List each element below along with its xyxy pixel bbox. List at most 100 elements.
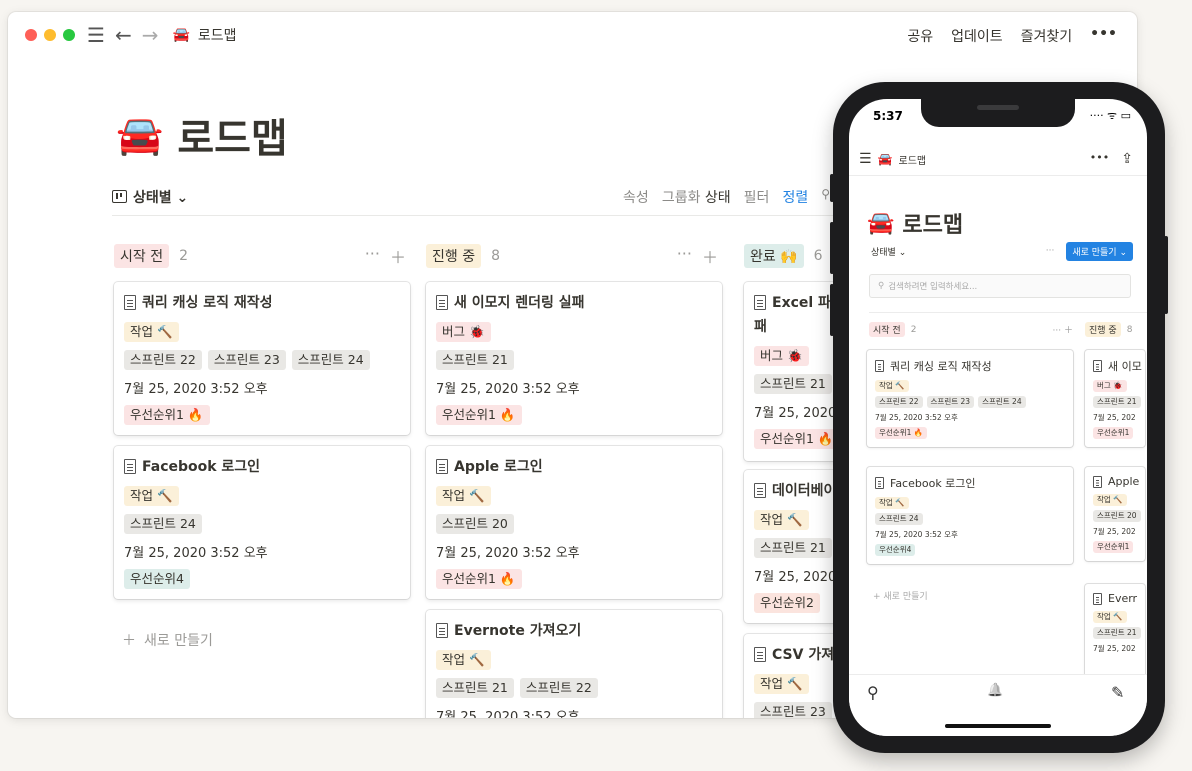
power-button: [1164, 236, 1168, 314]
card-date: 7월 25, 2020 3:52 오후: [124, 382, 268, 397]
column-header: 진행 중 8 ··· ＋: [426, 242, 722, 270]
plus-icon: ＋: [122, 633, 136, 649]
priority-tag: 우선순위1 🔥: [875, 427, 928, 439]
maximize-window-button[interactable]: [63, 29, 75, 41]
group-by-button[interactable]: 그룹화 상태: [662, 187, 731, 207]
board-card[interactable]: 새 이모지 렌더링 실패 버그 🐞 스프린트 21 7월 25, 2020 3:…: [426, 282, 722, 435]
column-tag[interactable]: 진행 중: [426, 244, 482, 268]
car-icon: 🚘: [172, 27, 190, 43]
column-tag[interactable]: 완료 🙌: [744, 244, 804, 268]
sprint-tag: 스프린트 21: [1093, 396, 1141, 408]
sprint-tag: 스프린트 20: [1093, 510, 1141, 522]
car-icon: 🚘: [877, 152, 893, 166]
sprint-tag: 스프린트 21: [754, 374, 832, 394]
more-icon[interactable]: •••: [1090, 151, 1109, 167]
share-button[interactable]: 공유: [907, 26, 933, 46]
breadcrumb-title: 로드맵: [197, 28, 237, 44]
sort-button[interactable]: 정렬: [782, 187, 808, 207]
page-icon: [754, 482, 766, 498]
bell-icon[interactable]: 🔔: [987, 683, 1003, 698]
mobile-new-card-button[interactable]: + 새로 만들기: [873, 589, 928, 602]
column-tag[interactable]: 진행 중: [1085, 322, 1121, 337]
minimize-window-button[interactable]: [44, 29, 56, 41]
mobile-view-bar: 상태별 ⌄ ··· 새로 만들기 ⌄: [871, 241, 1133, 261]
mobile-view-switcher[interactable]: 상태별 ⌄: [871, 245, 906, 258]
column-add-icon[interactable]: ＋: [390, 244, 406, 268]
priority-tag: 우선순위1: [1093, 541, 1134, 553]
sprint-tag: 스프린트 23: [754, 702, 832, 718]
search-icon[interactable]: ⚲: [821, 187, 830, 207]
filter-button[interactable]: 필터: [744, 187, 770, 207]
column-tag[interactable]: 시작 전: [869, 322, 905, 337]
car-icon: 🚘: [867, 210, 895, 236]
back-icon[interactable]: ←: [115, 25, 132, 45]
mobile-search-input[interactable]: ⚲ 검색하려면 입력하세요...: [869, 274, 1131, 298]
sprint-tag: 스프린트 22: [875, 396, 923, 408]
compose-icon[interactable]: ✎: [1111, 683, 1124, 702]
car-icon[interactable]: 🚘: [116, 113, 163, 158]
share-icon[interactable]: ⇪: [1121, 151, 1133, 167]
priority-tag: 우선순위1: [1093, 427, 1134, 439]
mobile-card[interactable]: Facebook 로그인 작업 🔨 스프린트 24 7월 25, 2020 3:…: [867, 467, 1073, 564]
mobile-card[interactable]: 새 이모 버그 🐞 스프린트 21 7월 25, 202 우선순위1: [1085, 350, 1145, 447]
forward-icon[interactable]: →: [142, 25, 159, 45]
type-tag: 버그 🐞: [1093, 380, 1127, 392]
more-button[interactable]: •••: [1090, 26, 1117, 46]
view-switcher[interactable]: 상태별 ⌄: [112, 187, 188, 207]
search-icon[interactable]: ⚲: [867, 683, 879, 702]
page-icon: [754, 294, 766, 310]
updates-button[interactable]: 업데이트: [951, 26, 1003, 46]
type-tag: 작업 🔨: [124, 322, 179, 342]
card-title: 새 이모: [1108, 360, 1142, 373]
sprint-tag: 스프린트 22: [519, 678, 598, 698]
mobile-view-more-icon[interactable]: ···: [1046, 246, 1055, 256]
board-card[interactable]: Evernote 가져오기 작업 🔨 스프린트 21 스프린트 22 7월 25…: [426, 610, 722, 718]
column-add-icon[interactable]: ＋: [702, 244, 718, 268]
close-window-button[interactable]: [25, 29, 37, 41]
column-more-icon[interactable]: ···: [677, 244, 692, 268]
type-tag: 작업 🔨: [436, 650, 491, 670]
group-by-value: 상태: [704, 189, 731, 206]
column-count: 2: [910, 324, 917, 335]
column-count: 6: [813, 248, 823, 264]
card-date: 7월 25, 202: [1093, 644, 1136, 653]
type-tag: 버그 🐞: [754, 346, 809, 366]
mobile-card[interactable]: Apple 작업 🔨 스프린트 20 7월 25, 202 우선순위1: [1085, 467, 1145, 561]
card-title: Excel 파: [772, 295, 831, 311]
mobile-tab-bar: ⚲ 🔔 ✎: [849, 674, 1147, 736]
mobile-card[interactable]: Everr 작업 🔨 스프린트 21 7월 25, 202: [1085, 584, 1145, 684]
column-count: 8: [491, 248, 501, 264]
board-view-icon: [112, 190, 127, 203]
board-card[interactable]: Apple 로그인 작업 🔨 스프린트 20 7월 25, 2020 3:52 …: [426, 446, 722, 599]
phone-mockup: 5:37 ···· ᯤ ▭ ☰ 🚘 로드맵 ••• ⇪ 🚘 로드맵 상태별 ⌄ ·…: [830, 82, 1168, 753]
mobile-page-title-text[interactable]: 로드맵: [902, 207, 963, 239]
properties-button[interactable]: 속성: [623, 187, 649, 207]
mobile-new-button[interactable]: 새로 만들기 ⌄: [1066, 241, 1133, 261]
menu-icon[interactable]: ☰: [87, 25, 105, 45]
page-icon: [1093, 475, 1102, 488]
phone-screen: 5:37 ···· ᯤ ▭ ☰ 🚘 로드맵 ••• ⇪ 🚘 로드맵 상태별 ⌄ ·…: [849, 99, 1147, 736]
group-by-label: 그룹화: [661, 189, 701, 206]
menu-icon[interactable]: ☰: [859, 151, 872, 167]
sprint-tag: 스프린트 21: [436, 678, 514, 698]
board-card[interactable]: 쿼리 캐싱 로직 재작성 작업 🔨 스프린트 22 스프린트 23 스프린트 2…: [114, 282, 410, 435]
type-tag: 작업 🔨: [436, 486, 491, 506]
mobile-nav-title[interactable]: 로드맵: [899, 152, 927, 167]
page-icon: [875, 360, 884, 372]
breadcrumb[interactable]: 🚘 로드맵: [172, 25, 236, 45]
column-tag[interactable]: 시작 전: [114, 244, 170, 268]
column-actions[interactable]: ··· ＋: [1053, 323, 1073, 336]
page-title-text[interactable]: 로드맵: [177, 106, 287, 164]
divider: [869, 312, 1147, 313]
favorite-button[interactable]: 즐겨찾기: [1021, 26, 1073, 46]
board-card[interactable]: Facebook 로그인 작업 🔨 스프린트 24 7월 25, 2020 3:…: [114, 446, 410, 599]
priority-tag: 우선순위4: [124, 569, 190, 589]
titlebar: ☰ ← → 🚘 로드맵 공유 업데이트 즐겨찾기 •••: [8, 12, 1137, 58]
new-card-button[interactable]: ＋ 새로 만들기: [122, 630, 213, 650]
column-not-started: 시작 전 2 ··· ＋ 쿼리 캐싱 로직 재작성 작업 🔨 스프린트 22 스프…: [114, 242, 410, 649]
column-more-icon[interactable]: ···: [365, 244, 380, 268]
volume-down-button: [830, 284, 834, 336]
card-title: Apple 로그인: [454, 459, 543, 475]
mobile-card[interactable]: 쿼리 캐싱 로직 재작성 작업 🔨 스프린트 22 스프린트 23 스프린트 2…: [867, 350, 1073, 447]
sprint-tag: 스프린트 24: [124, 514, 202, 534]
